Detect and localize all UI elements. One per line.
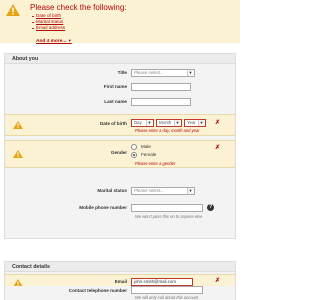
gender-female-label: Female [141, 152, 157, 157]
about-you-section: About you Title Please select... ▼ First… [4, 53, 236, 239]
title-label: Title [117, 70, 127, 75]
dob-day-select[interactable]: Day ▼ [131, 119, 154, 127]
contact-phone-label: Contact telephone number [68, 288, 127, 293]
chevron-down-icon: ▼ [67, 38, 72, 43]
error-list: Date of birth Marital status Email addre… [31, 13, 65, 31]
marital-status-label: Marital status [97, 188, 127, 193]
email-label: Email [114, 279, 127, 284]
first-name-row: First name [5, 82, 235, 92]
date-of-birth-label: Date of birth [99, 121, 127, 126]
dob-month-value: Month [159, 120, 172, 125]
gender-error: Please enter a gender [135, 161, 176, 166]
title-row: Title Please select... ▼ [5, 68, 235, 78]
more-errors-label: And 4 more... [36, 39, 67, 44]
contact-phone-field[interactable] [131, 286, 203, 294]
error-link-email-address[interactable]: Email address [31, 25, 65, 31]
warning-icon [6, 4, 20, 16]
title-select-value: Please select... [134, 70, 164, 75]
gender-row: Gender Male Female ✗ Please enter a gend… [5, 140, 235, 168]
gender-female-radio[interactable] [131, 152, 137, 158]
email-field[interactable]: john.smith@mail.com [131, 278, 193, 286]
chevron-down-icon: ▼ [187, 188, 193, 194]
chevron-down-icon: ▼ [146, 120, 152, 126]
dob-year-value: Year [187, 120, 196, 125]
error-summary-title: Please check the following: [30, 3, 127, 12]
gender-male-label: Male [141, 144, 151, 149]
last-name-row: Last name [5, 97, 235, 107]
contact-details-heading: Contact details [5, 262, 235, 272]
error-close-icon: ✗ [215, 120, 221, 126]
mobile-phone-field[interactable] [131, 204, 203, 212]
chevron-down-icon: ▼ [198, 120, 204, 126]
warning-icon [13, 121, 23, 129]
marital-status-select[interactable]: Please select... ▼ [131, 187, 195, 195]
error-summary: Please check the following: Date of birt… [0, 0, 240, 44]
about-you-heading: About you [5, 54, 235, 64]
contact-phone-row: Contact telephone number We will only ca… [4, 286, 236, 300]
error-close-icon: ✗ [215, 145, 221, 151]
title-select[interactable]: Please select... ▼ [131, 69, 195, 77]
date-of-birth-error: Please enter a day, month and year [135, 128, 200, 133]
warning-icon [13, 150, 23, 158]
first-name-label: First name [103, 84, 127, 89]
mobile-phone-row: Mobile phone number ? We won't pass this… [5, 203, 235, 221]
date-of-birth-row: Date of birth Day ▼ Month ▼ Year ▼ ✗ Ple… [5, 114, 235, 136]
first-name-field[interactable] [131, 83, 191, 91]
dob-year-select[interactable]: Year ▼ [184, 119, 206, 127]
dob-day-value: Day [134, 120, 142, 125]
contact-phone-hint: We will only call about this account [135, 295, 199, 300]
last-name-field[interactable] [131, 98, 191, 106]
chevron-down-icon: ▼ [187, 70, 193, 76]
dob-month-select[interactable]: Month ▼ [156, 119, 182, 127]
marital-status-value: Please select... [134, 188, 164, 193]
error-close-icon: ✗ [215, 278, 221, 284]
gender-male-radio[interactable] [131, 144, 137, 150]
last-name-label: Last name [104, 99, 127, 104]
mobile-phone-hint: We won't pass this on to anyone else [135, 214, 203, 219]
marital-status-row: Marital status Please select... ▼ [5, 186, 235, 196]
gender-label: Gender [110, 150, 127, 155]
chevron-down-icon: ▼ [174, 120, 180, 126]
more-errors-link[interactable]: And 4 more... ▼ [36, 38, 72, 44]
help-icon[interactable]: ? [207, 204, 214, 211]
mobile-phone-label: Mobile phone number [79, 205, 127, 210]
